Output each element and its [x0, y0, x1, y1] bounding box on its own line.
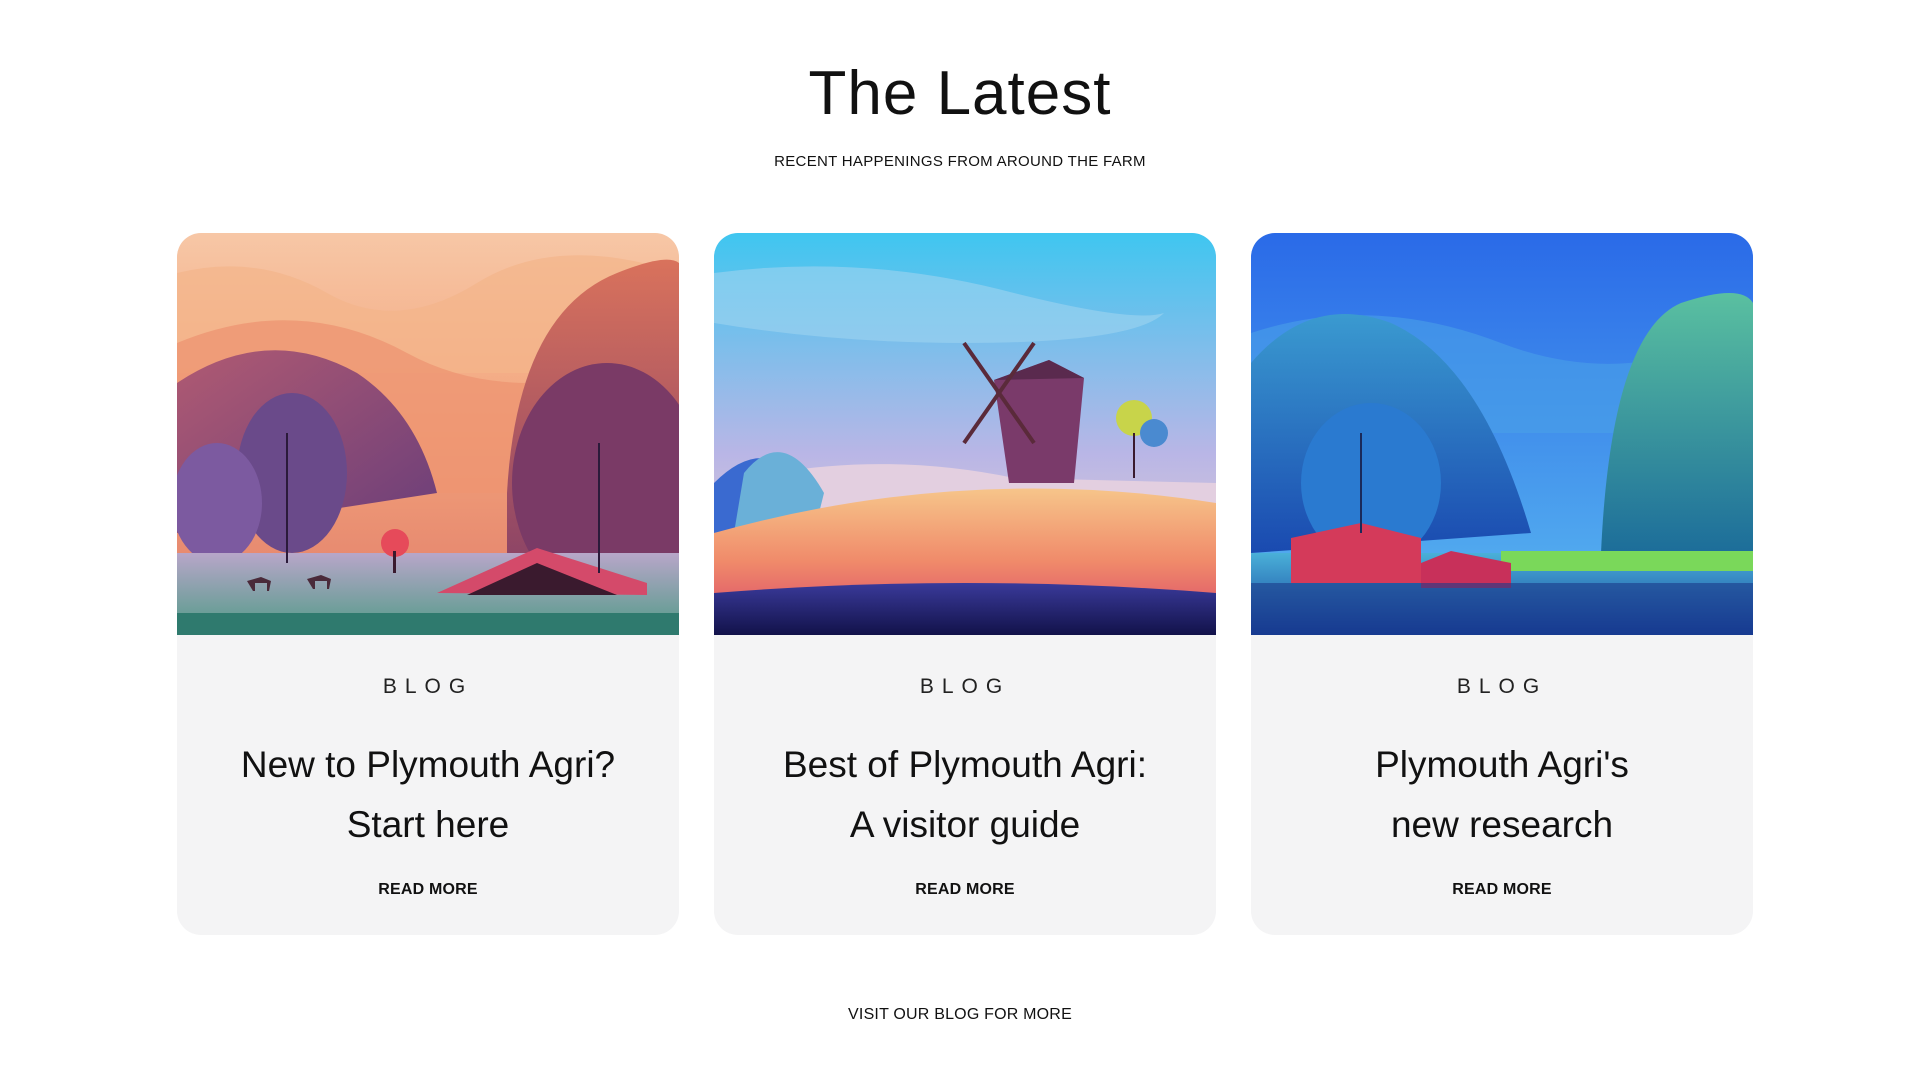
card-title[interactable]: Plymouth Agri's new research — [1271, 735, 1733, 855]
latest-section: The Latest RECENT HAPPENINGS FROM AROUND… — [0, 0, 1920, 1080]
card-title-line: Plymouth Agri's — [1375, 744, 1629, 785]
section-subtitle: RECENT HAPPENINGS FROM AROUND THE FARM — [774, 153, 1146, 170]
card-title-line: new research — [1390, 804, 1614, 845]
read-more-link[interactable]: READ MORE — [1251, 881, 1753, 899]
section-title: The Latest — [808, 59, 1112, 128]
sunset-farm-image — [177, 233, 679, 635]
card-category: BLOG — [1456, 675, 1548, 698]
read-more-link[interactable]: READ MORE — [177, 881, 679, 899]
blog-card[interactable]: BLOG Plymouth Agri's new research READ M… — [1251, 233, 1753, 935]
card-body: BLOG New to Plymouth Agri? Start here RE… — [177, 635, 679, 935]
card-category: BLOG — [919, 675, 1011, 698]
blog-card[interactable]: BLOG New to Plymouth Agri? Start here RE… — [177, 233, 679, 935]
card-body: BLOG Plymouth Agri's new research READ M… — [1251, 635, 1753, 935]
card-body: BLOG Best of Plymouth Agri: A visitor gu… — [714, 635, 1216, 935]
card-title[interactable]: New to Plymouth Agri? Start here — [197, 735, 659, 855]
card-title-line: Start here — [346, 804, 510, 845]
card-title-line: Best of Plymouth Agri: — [782, 744, 1147, 785]
windmill-image — [714, 233, 1216, 635]
card-title[interactable]: Best of Plymouth Agri: A visitor guide — [734, 735, 1196, 855]
blog-card[interactable]: BLOG Best of Plymouth Agri: A visitor gu… — [714, 233, 1216, 935]
blog-cards: BLOG New to Plymouth Agri? Start here RE… — [177, 233, 1753, 935]
lake-barn-image — [1251, 233, 1753, 635]
visit-blog-link[interactable]: VISIT OUR BLOG FOR MORE — [0, 1006, 1920, 1024]
card-title-line: A visitor guide — [849, 804, 1081, 845]
card-category: BLOG — [382, 675, 474, 698]
card-title-line: New to Plymouth Agri? — [240, 744, 616, 785]
read-more-link[interactable]: READ MORE — [714, 881, 1216, 899]
